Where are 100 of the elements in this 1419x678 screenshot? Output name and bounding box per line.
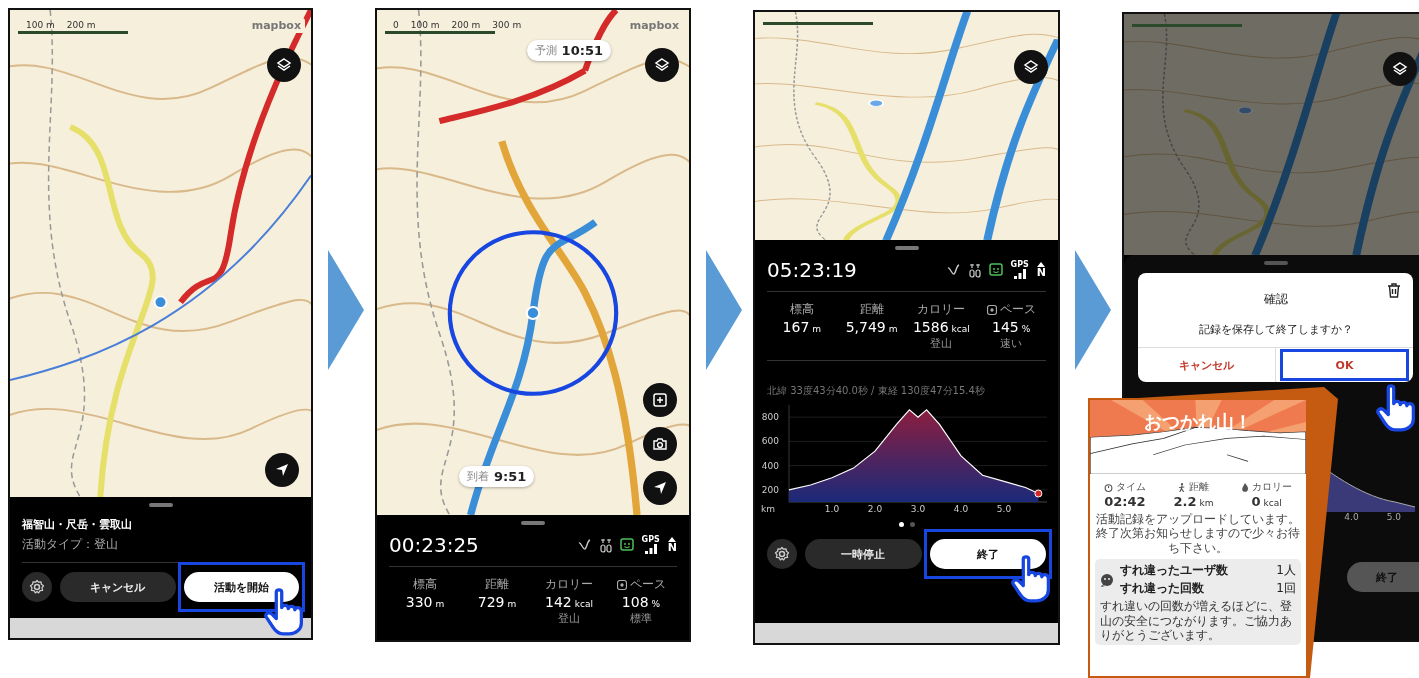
stat-label: カロリー: [917, 301, 966, 318]
north-label: N: [1036, 267, 1046, 278]
dialog-button[interactable]: キャンセル: [1148, 353, 1265, 377]
scale-label: 200 m: [66, 20, 96, 30]
sheet-handle[interactable]: [521, 521, 545, 525]
stopwatch-icon: [1103, 482, 1113, 492]
signal-icon: [1013, 269, 1026, 279]
route-icon: [946, 263, 961, 277]
dialog-title: 確認: [1263, 291, 1288, 308]
dialog-message: 記録を保存して終了しますか？: [1198, 322, 1353, 337]
position-dot: [1034, 489, 1043, 498]
axis-label: 1.0: [824, 504, 840, 514]
layers-icon: [654, 57, 670, 73]
encounter-value: 1人: [1276, 562, 1296, 580]
stat-note: 登山: [558, 611, 580, 626]
settings-button[interactable]: [767, 539, 797, 569]
activity-type: 活動タイプ：登山: [22, 536, 119, 553]
stat-unit: kcal: [951, 324, 970, 334]
navigation-arrow-icon: [653, 481, 667, 495]
stat-unit: m: [812, 324, 822, 334]
encounter-label: すれ違ったユーザ数: [1120, 562, 1228, 580]
marker-icon: [599, 537, 612, 553]
stat-value: 142: [545, 594, 572, 610]
secondary-button[interactable]: 一時停止: [805, 539, 922, 569]
stat-unit: m: [435, 599, 445, 609]
chat-face-icon: [1100, 572, 1114, 587]
stat-unit: %: [651, 599, 661, 609]
layers-icon: [1392, 61, 1408, 77]
axis-label: 5.0: [1386, 512, 1401, 522]
north-arrow-icon: [668, 537, 677, 542]
face-icon: [988, 263, 1003, 277]
stat-unit: kcal: [574, 599, 593, 609]
stat-value: 167: [782, 319, 810, 335]
page-dot[interactable]: [909, 522, 915, 527]
marker-icon: [968, 262, 981, 278]
sheet-handle[interactable]: [148, 503, 173, 507]
axis-title: km: [761, 504, 775, 514]
scale-label: 0: [393, 20, 399, 30]
primary-button[interactable]: 活動を開始: [183, 572, 299, 602]
elapsed-timer: 05:23:19: [767, 258, 857, 282]
route-icon: [577, 538, 592, 552]
stat-value: 02:42: [1104, 494, 1146, 509]
scale-label: 100 m: [410, 20, 440, 30]
walker-icon: [1178, 482, 1186, 492]
stat-label: 標高: [413, 576, 437, 593]
primary-button[interactable]: 終了: [929, 539, 1046, 569]
stat-unit: m: [888, 324, 898, 334]
stat-value: 5,749: [845, 319, 886, 335]
sheet-handle[interactable]: [894, 246, 919, 250]
stat-label: 標高: [789, 301, 814, 318]
stat-label: 距離: [485, 576, 509, 593]
dialog-button[interactable]: OK: [1286, 353, 1403, 377]
stat-note: 登山: [930, 336, 953, 351]
camera-icon: [652, 436, 668, 452]
bubble-label: 到着: [467, 469, 489, 484]
stat-value: 1586: [912, 319, 949, 335]
trash-icon[interactable]: [1387, 283, 1401, 298]
stat-value: 330: [405, 594, 433, 610]
face-icon: [619, 538, 634, 552]
axis-label: 600: [761, 436, 779, 447]
stat-value: 145: [991, 319, 1019, 335]
upload-message: 終了次第お知らせしますので少々お待ち下さい。: [1095, 526, 1301, 556]
upload-message: 活動記録をアップロードしています。: [1096, 512, 1300, 527]
gps-label: GPS: [1010, 261, 1029, 269]
stat-value: 729: [477, 594, 505, 610]
scale-label: 100 m: [26, 20, 55, 30]
encounter-value: 1回: [1276, 580, 1296, 598]
gear-icon: [774, 546, 790, 562]
page-dot[interactable]: [898, 522, 904, 527]
settings-button[interactable]: [22, 572, 52, 602]
sheet-handle[interactable]: [1263, 261, 1288, 265]
bubble-time: 9:51: [494, 469, 527, 484]
stat-unit: %: [1021, 324, 1031, 334]
stat-label: カロリー: [545, 576, 593, 593]
stat-value: 108: [621, 594, 649, 610]
stat-unit: kcal: [1263, 498, 1282, 508]
stat-label: カロリー: [1252, 480, 1293, 494]
stat-label: 距離: [1189, 480, 1209, 494]
axis-label: 2.0: [867, 504, 883, 514]
secondary-button[interactable]: キャンセル: [60, 572, 176, 602]
stat-label: ペース: [629, 576, 666, 593]
stat-label: タイム: [1115, 480, 1146, 494]
gps-label: GPS: [641, 536, 660, 544]
navigation-arrow-icon: [275, 463, 289, 477]
axis-label: 800: [761, 412, 779, 423]
flame-icon: [1241, 482, 1250, 492]
axis-label: 5.0: [996, 504, 1012, 514]
stat-label: ペース: [999, 301, 1036, 318]
scale-label: 200 m: [451, 20, 481, 30]
north-label: N: [667, 542, 677, 553]
axis-label: 4.0: [1344, 512, 1359, 522]
pace-icon: [616, 579, 627, 590]
signal-icon: [644, 544, 657, 554]
stat-value: 2.2: [1173, 494, 1197, 509]
stat-label: 距離: [859, 301, 884, 318]
coordinates-text: 北緯 33度43分40.0秒 / 東経 130度47分15.4秒: [767, 384, 986, 398]
encounter-label: すれ違った回数: [1120, 580, 1204, 598]
stat-value: 0: [1251, 494, 1261, 509]
route-title: 福智山・尺岳・雲取山: [22, 517, 133, 532]
stat-note: 標準: [630, 611, 652, 626]
